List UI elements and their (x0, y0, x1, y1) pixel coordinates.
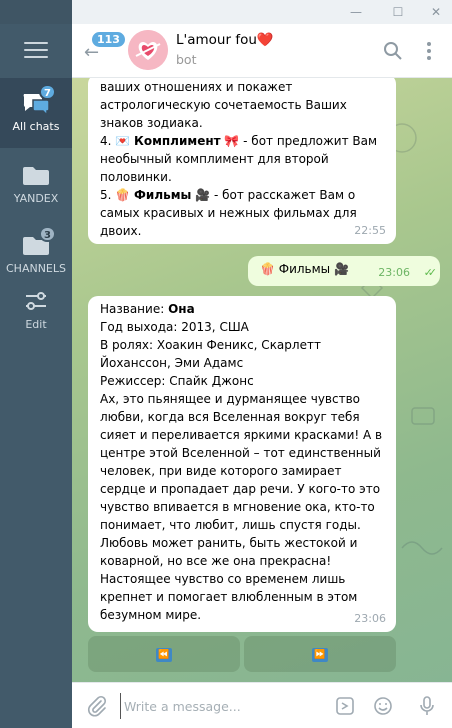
folder-badge: 3 (39, 226, 56, 242)
double-check-icon: ✓✓ (423, 266, 438, 279)
folder-sidebar: 7 All chats YANDEX 3 CHANNELS Edit (0, 24, 72, 728)
hamburger-menu-icon[interactable] (24, 42, 48, 60)
message-line: крепнет и помогает влюбленным в этом (100, 590, 358, 604)
message-line: сияет и переливается яркими красками! А … (100, 428, 383, 442)
message-line: Любовь может ранить, быть жестокой и (100, 536, 358, 550)
window-titlebar: — ☐ ✕ (0, 0, 452, 24)
titlebar-sidebar-section (0, 0, 72, 24)
message-line: знаков зодиака. (100, 116, 203, 130)
message-line: Год выхода: 2013, США (100, 320, 249, 334)
emoji-icon[interactable] (372, 695, 394, 717)
folder-icon (21, 162, 51, 188)
message-line: безумном мире. (100, 608, 202, 622)
chats-icon: 7 (21, 84, 56, 117)
maximize-button[interactable]: ☐ (382, 0, 414, 24)
message-line: Название: Она (100, 302, 195, 316)
message-line: Настоящее чувство со временем лишь (100, 572, 346, 586)
unread-count-badge: 113 (92, 32, 125, 47)
microphone-icon[interactable] (416, 695, 438, 717)
minimize-button[interactable]: — (340, 0, 372, 24)
bold-text: Комплимент (134, 134, 221, 148)
sliders-icon (21, 288, 51, 314)
bot-commands-icon[interactable] (334, 695, 356, 717)
avatar[interactable] (128, 30, 168, 70)
message-line: 5. 🍿 Фильмы 🎥 - бот расскажет Вам о (100, 188, 356, 202)
message-input[interactable] (120, 693, 310, 719)
folder-label: CHANNELS (6, 262, 66, 275)
message-composer (72, 682, 452, 728)
message-line: необычный комплимент для второй (100, 152, 329, 166)
message-list[interactable]: ваших отношениях и покажет астрологическ… (72, 78, 452, 682)
message-line: ваших отношениях и покажет (100, 80, 293, 94)
message-line: половинки. (100, 170, 172, 184)
chat-subtitle: bot (176, 52, 197, 67)
folder-label: YANDEX (13, 192, 59, 205)
message-line: коварной, но все же она прекрасна! (100, 554, 332, 568)
fast-forward-button[interactable]: ⏩ (244, 636, 396, 672)
folder-icon: 3 (21, 226, 56, 258)
chat-title[interactable]: L'amour fou❤️ (176, 32, 274, 48)
message-line: 4. 💌 Комплимент 🎀 - бот предложит Вам (100, 134, 378, 148)
folder-badge: 7 (39, 84, 56, 100)
close-window-button[interactable]: ✕ (420, 0, 452, 24)
bold-text: Она (168, 302, 195, 316)
message-line: астрологическую сочетаемость Ваших (100, 98, 347, 112)
message-line: двоих. (100, 224, 142, 238)
chat-header: ← 113 L'amour fou❤️ bot (72, 24, 452, 78)
message-line: центре этой Вселенной – тот единственный (100, 446, 381, 460)
outgoing-message[interactable]: 🍿 Фильмы 🎥 23:06 ✓✓ (248, 256, 440, 286)
folder-edit[interactable]: Edit (0, 276, 72, 346)
fast-forward-icon: ⏩ (312, 647, 328, 662)
message-time: 23:06 (354, 612, 386, 625)
message-line: сердце и пропадает дар речи. У кого-то э… (100, 482, 381, 496)
more-options-icon[interactable] (418, 40, 440, 62)
message-line: Ах, это пьянящее и дурманящее чувство (100, 392, 361, 406)
message-line: Режиссер: Спайк Джонс (100, 374, 254, 388)
message-text: 🍿 Фильмы 🎥 (260, 262, 349, 276)
message-line: самых красивых и нежных фильмах для (100, 206, 357, 220)
message-line: понимает, что любит, лишь спустя годы. (100, 518, 361, 532)
message-time: 22:55 (354, 224, 386, 237)
message-line: чувство впивается в мгновение ока, кто-т… (100, 500, 375, 514)
folder-label: Edit (25, 318, 47, 331)
bold-text: Фильмы (134, 188, 192, 202)
search-icon[interactable] (382, 40, 404, 62)
attach-icon[interactable] (86, 695, 108, 717)
rewind-button[interactable]: ⏪ (88, 636, 240, 672)
message-line: любви, когда вся Вселенная вокруг тебя (100, 410, 360, 424)
message-line: человек, при виде которого замирает (100, 464, 342, 478)
message-time: 23:06 (378, 266, 410, 279)
incoming-message[interactable]: Название: Она Год выхода: 2013, США В ро… (88, 296, 396, 632)
message-line: В ролях: Хоакин Феникс, Скарлетт (100, 338, 321, 352)
message-line: Йоханссон, Эми Адамс (100, 356, 244, 370)
rewind-icon: ⏪ (156, 647, 172, 662)
folder-yandex[interactable]: YANDEX (0, 150, 72, 220)
heart-logo-icon (128, 30, 168, 70)
incoming-message[interactable]: ваших отношениях и покажет астрологическ… (88, 78, 396, 244)
folder-label: All chats (12, 120, 60, 133)
folder-all-chats[interactable]: 7 All chats (0, 78, 72, 148)
